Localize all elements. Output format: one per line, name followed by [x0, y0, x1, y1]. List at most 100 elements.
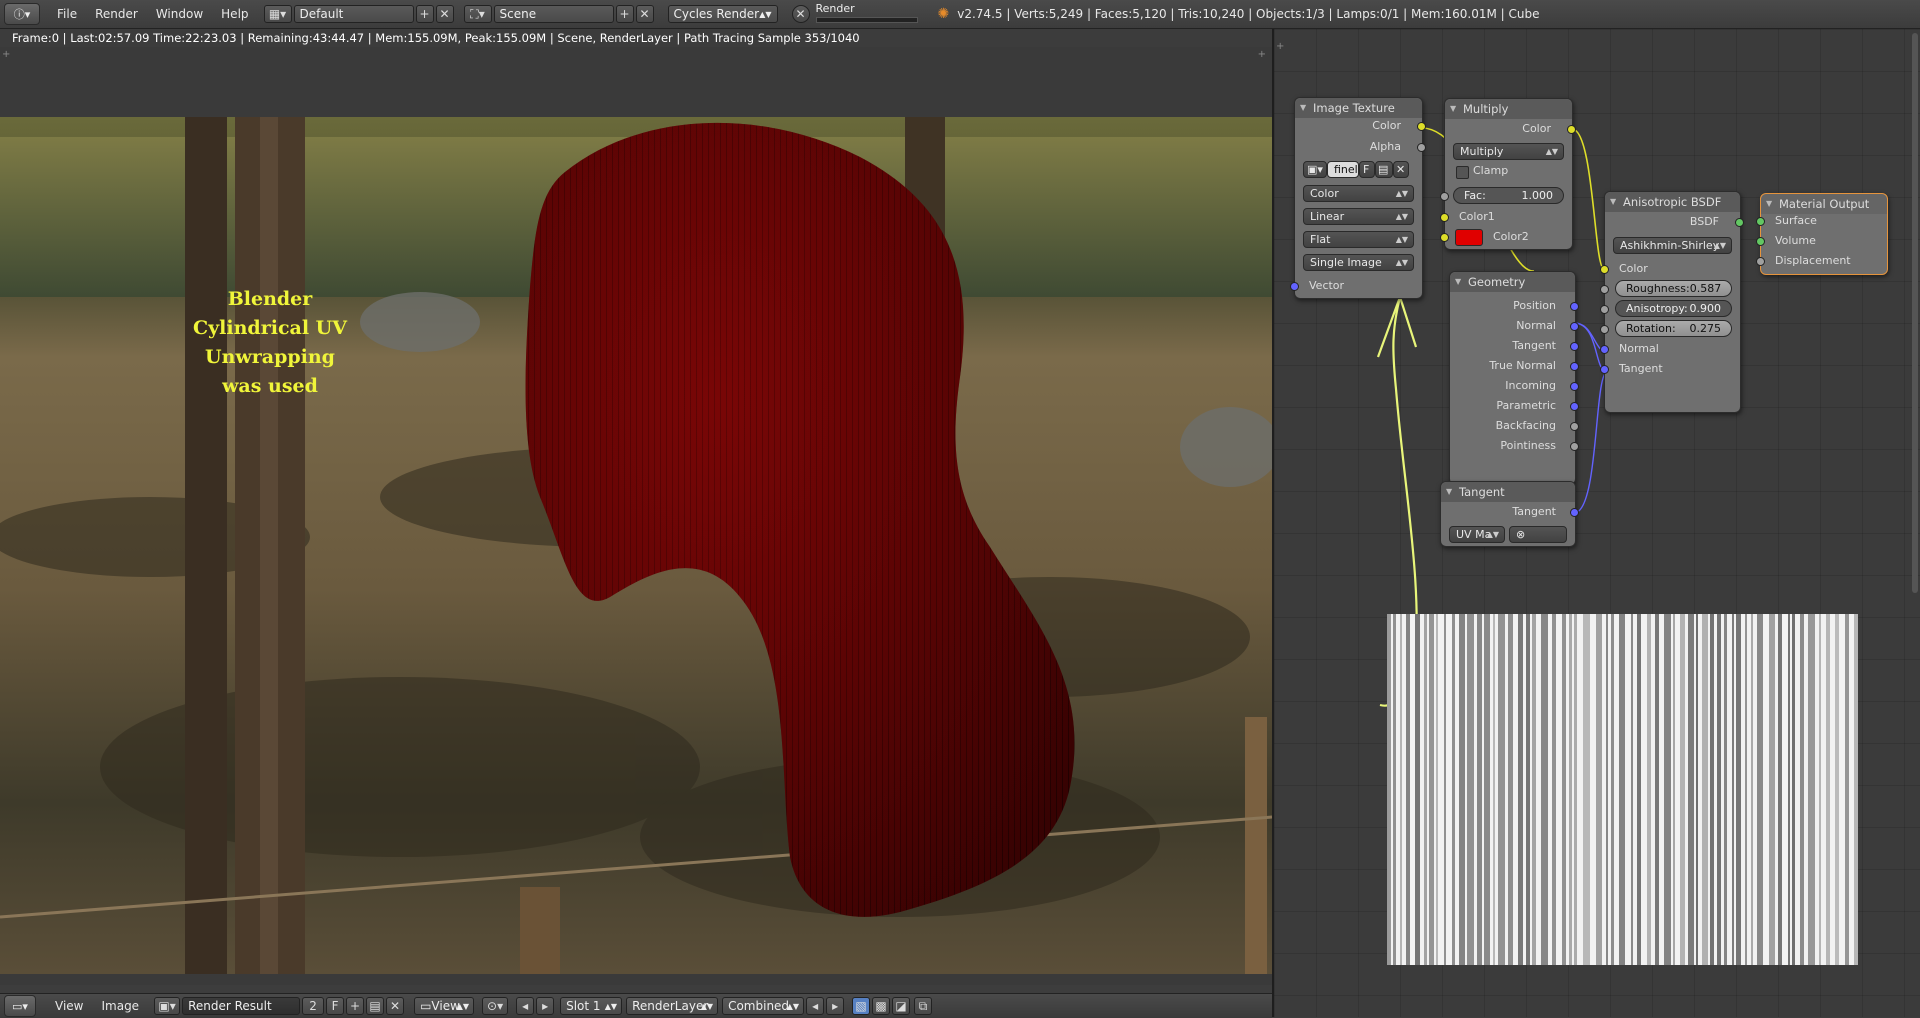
open-image-button[interactable]: ▤	[366, 997, 385, 1015]
draw-zbuffer-button[interactable]: ◪	[892, 997, 911, 1015]
menu-file[interactable]: File	[48, 7, 86, 21]
cancel-render-button[interactable]: ✕	[791, 5, 810, 23]
interpolation-select[interactable]: Linear ▲▼	[1303, 208, 1414, 225]
layout-remove-button[interactable]: ✕	[435, 5, 454, 23]
output-in-surface-socket[interactable]	[1756, 217, 1765, 226]
fac-slider[interactable]: Fac: 1.000	[1453, 187, 1564, 204]
aniso-in-tangent-socket[interactable]	[1600, 365, 1609, 374]
unlink-image-button[interactable]: ✕	[1393, 161, 1409, 178]
distribution-select[interactable]: Ashikhmin-Shirley ▲▼	[1613, 237, 1732, 254]
projection-select[interactable]: Flat ▲▼	[1303, 231, 1414, 248]
scene-browse-button[interactable]: ⛶▾	[463, 5, 492, 23]
aniso-in-normal-socket[interactable]	[1600, 345, 1609, 354]
layout-browse-button[interactable]: ▦▾	[263, 5, 292, 23]
prev-pass-button[interactable]: ◂	[806, 997, 825, 1015]
multiply-node-title[interactable]: Multiply	[1445, 99, 1572, 119]
material-output-node[interactable]: Material Output Surface Volume Displacem…	[1756, 193, 1888, 275]
new-image-button[interactable]: +	[346, 997, 365, 1015]
geometry-node-title[interactable]: Geometry	[1450, 272, 1575, 292]
scene-add-button[interactable]: +	[615, 5, 634, 23]
aniso-in-rotation-socket[interactable]	[1600, 325, 1609, 334]
multiply-in-color2-socket[interactable]	[1440, 233, 1449, 242]
area-corner-icon[interactable]: +	[1258, 49, 1266, 60]
prev-slot-button[interactable]: ◂	[516, 997, 535, 1015]
aniso-in-anisotropy-socket[interactable]	[1600, 305, 1609, 314]
multiply-in-fac-socket[interactable]	[1440, 192, 1449, 201]
aniso-in-roughness-socket[interactable]	[1600, 285, 1609, 294]
menu-view[interactable]: View	[46, 999, 92, 1013]
geometry-out-tangent-socket[interactable]	[1570, 342, 1579, 351]
editor-type-button[interactable]: ▭▾	[4, 995, 36, 1017]
image-texture-out-alpha-socket[interactable]	[1417, 143, 1426, 152]
menu-help[interactable]: Help	[212, 7, 257, 21]
slot-select[interactable]: Slot 1 ▲▼	[560, 997, 623, 1015]
geometry-out-true-normal-socket[interactable]	[1570, 362, 1579, 371]
multiply-in-color1-socket[interactable]	[1440, 213, 1449, 222]
scene-name-field[interactable]: Scene	[493, 5, 614, 23]
unlink-image-button[interactable]: ✕	[386, 997, 405, 1015]
info-editor-type-button[interactable]: ⓘ▾	[4, 3, 40, 25]
render-pass-select[interactable]: Combined ▲▼	[722, 997, 805, 1015]
scene-remove-button[interactable]: ✕	[635, 5, 654, 23]
render-layer-select[interactable]: RenderLayer ▲▼	[626, 997, 719, 1015]
multiply-node[interactable]: Multiply Color Multiply ▲▼ Clamp Fac: 1.00…	[1440, 98, 1576, 250]
uv-map-field[interactable]: ⊗	[1509, 526, 1567, 543]
output-in-volume-socket[interactable]	[1756, 237, 1765, 246]
geometry-out-backfacing-socket[interactable]	[1570, 422, 1579, 431]
color2-swatch[interactable]	[1455, 229, 1483, 246]
blend-type-select[interactable]: Multiply ▲▼	[1453, 143, 1564, 160]
geometry-out-pointiness-socket[interactable]	[1570, 442, 1579, 451]
image-name-field[interactable]: finel	[1327, 161, 1359, 178]
menu-render[interactable]: Render	[86, 7, 147, 21]
render-slot-button[interactable]: ⧉	[914, 997, 933, 1015]
aniso-in-color-socket[interactable]	[1600, 265, 1609, 274]
tangent-out-socket[interactable]	[1570, 508, 1579, 517]
geometry-out-incoming-socket[interactable]	[1570, 382, 1579, 391]
area-corner-icon[interactable]: +	[2, 49, 10, 60]
next-pass-button[interactable]: ▸	[826, 997, 845, 1015]
anisotropic-bsdf-node-title[interactable]: Anisotropic BSDF	[1605, 192, 1740, 212]
rotation-slider[interactable]: Rotation: 0.275	[1615, 320, 1732, 337]
next-slot-button[interactable]: ▸	[536, 997, 555, 1015]
color-space-select[interactable]: Color ▲▼	[1303, 185, 1414, 202]
roughness-slider[interactable]: Roughness: 0.587	[1615, 280, 1732, 297]
tangent-mode-select[interactable]: UV Ma ▲▼	[1449, 526, 1505, 543]
output-in-displacement-socket[interactable]	[1756, 257, 1765, 266]
geometry-out-normal-socket[interactable]	[1570, 322, 1579, 331]
render-engine-select[interactable]: Cycles Render ▲▼	[667, 5, 778, 23]
view-mode-select[interactable]: ▭ View ▲▼	[414, 997, 475, 1015]
material-output-node-title[interactable]: Material Output	[1761, 194, 1887, 214]
clamp-checkbox[interactable]	[1456, 166, 1469, 179]
menu-window[interactable]: Window	[147, 7, 212, 21]
multiply-out-color-socket[interactable]	[1567, 125, 1576, 134]
image-texture-node[interactable]: Image Texture Color Alpha ▣▾ finel F ▤ ✕…	[1290, 97, 1426, 299]
tangent-node[interactable]: Tangent Tangent UV Ma▲▼ ⊗	[1440, 481, 1579, 547]
layout-add-button[interactable]: +	[415, 5, 434, 23]
render-result-canvas[interactable]: Blender Cylindrical UV Unwrapping was us…	[0, 117, 1272, 974]
aniso-out-bsdf-socket[interactable]	[1735, 218, 1744, 227]
image-texture-out-color-socket[interactable]	[1417, 122, 1426, 131]
open-image-button[interactable]: ▤	[1375, 161, 1393, 178]
geometry-out-position-socket[interactable]	[1570, 302, 1579, 311]
image-editor[interactable]: Frame:0 | Last:02:57.09 Time:22:23.03 | …	[0, 29, 1272, 985]
image-browse-button[interactable]: ▣▾	[154, 997, 181, 1015]
tangent-node-title[interactable]: Tangent	[1441, 482, 1575, 502]
geometry-node[interactable]: Geometry Position Normal Tangent True No…	[1449, 271, 1579, 485]
anisotropy-slider[interactable]: Anisotropy: 0.900	[1615, 300, 1732, 317]
layout-name-field[interactable]: Default	[293, 5, 414, 23]
draw-color-button[interactable]: ▧	[852, 997, 871, 1015]
fake-user-button[interactable]: F	[326, 997, 345, 1015]
image-users-count[interactable]: 2	[302, 997, 325, 1015]
image-name-field[interactable]: Render Result	[182, 997, 301, 1015]
draw-alpha-button[interactable]: ▩	[872, 997, 891, 1015]
image-browse-button[interactable]: ▣▾	[1303, 161, 1327, 178]
geometry-out-parametric-socket[interactable]	[1570, 402, 1579, 411]
source-select[interactable]: Single Image ▲▼	[1303, 254, 1414, 271]
menu-image[interactable]: Image	[92, 999, 148, 1013]
vertical-scrollbar[interactable]	[1912, 33, 1918, 593]
anisotropic-bsdf-node[interactable]: Anisotropic BSDF BSDF Ashikhmin-Shirley▲…	[1600, 191, 1744, 413]
pivot-button[interactable]: ⊙▾	[482, 997, 509, 1015]
image-texture-node-title[interactable]: Image Texture	[1295, 98, 1422, 118]
image-texture-in-vector-socket[interactable]	[1290, 282, 1299, 291]
fake-user-button[interactable]: F	[1359, 161, 1375, 178]
